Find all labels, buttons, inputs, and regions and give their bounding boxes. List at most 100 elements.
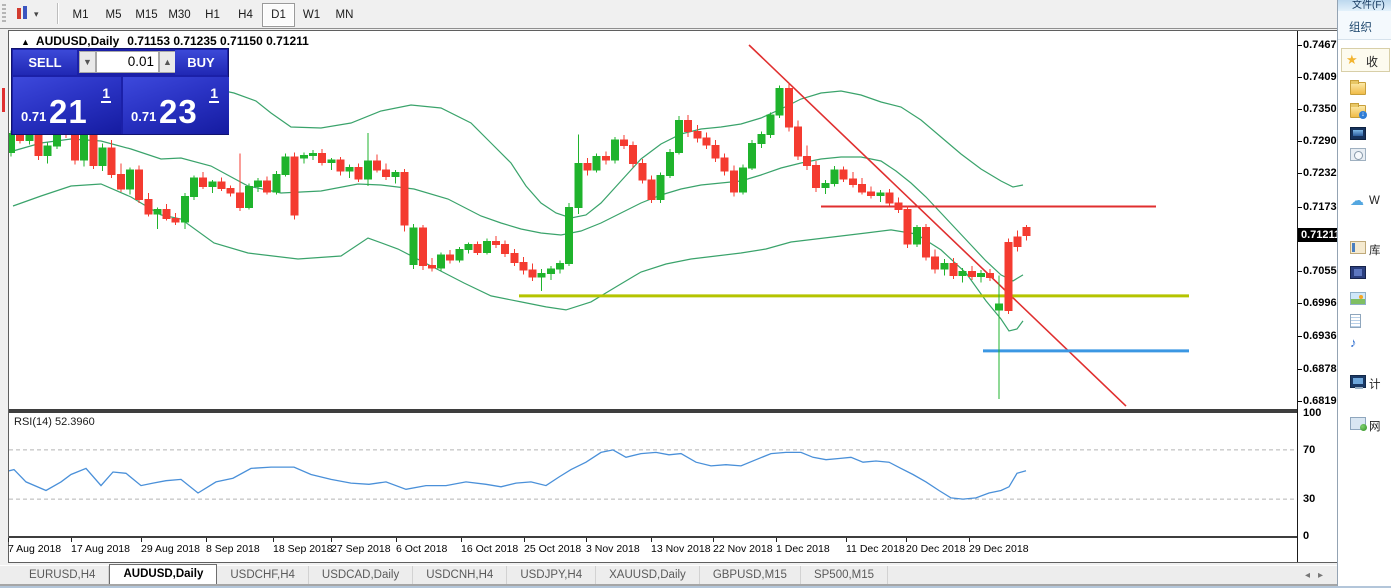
rsi-chart-canvas[interactable] [9,413,1297,534]
downloads-icon [1350,105,1366,118]
documents-icon [1350,314,1361,328]
explorer-window: 文件(F) 组织 ★ 收 ☁W 库 ♪ 计网 [1337,0,1391,586]
date-axis-label: 7 Aug 2018 [8,543,61,555]
sell-button[interactable]: SELL [13,50,77,75]
libraries-icon [1350,241,1366,254]
timeframe-button-m30[interactable]: M30 [163,3,196,27]
rsi-axis-label: 100 [1303,407,1321,419]
timeframe-button-m15[interactable]: M15 [130,3,163,27]
chart-title: ▲AUDUSD,Daily0.71153 0.71235 0.71150 0.7… [21,34,309,48]
date-axis-label: 1 Dec 2018 [776,543,830,555]
music-icon: ♪ [1350,336,1366,349]
computer-icon [1350,375,1366,388]
date-tick [8,538,9,542]
chart-tab-eurusd-h4[interactable]: EURUSD,H4 [16,566,109,585]
explorer-file-menu[interactable]: 文件(F) [1338,0,1391,11]
chart-tab-gbpusd-m15[interactable]: GBPUSD,M15 [700,566,801,585]
date-axis-label: 8 Sep 2018 [206,543,260,555]
folder-icon [1350,82,1366,95]
date-tick [969,538,970,542]
tab-scroll-arrows[interactable]: ◂▸ [1305,570,1331,581]
volume-decrease-button[interactable]: ▼ [79,51,96,73]
date-axis-label: 13 Nov 2018 [651,543,711,555]
collapse-triangle-icon[interactable]: ▲ [21,37,30,47]
date-axis-label: 29 Dec 2018 [969,543,1029,555]
price-tick [1298,77,1302,78]
sell-price-pip: 1 [101,85,111,103]
chart-tab-usdcad-daily[interactable]: USDCAD,Daily [309,566,413,585]
date-axis-label: 18 Sep 2018 [273,543,333,555]
candle-blue-icon [23,6,27,19]
chart-tab-usdcnh-h4[interactable]: USDCNH,H4 [413,566,507,585]
date-axis-label: 20 Dec 2018 [906,543,966,555]
date-tick [651,538,652,542]
price-axis[interactable]: 0.746750.740900.735050.729050.723200.717… [1297,31,1337,562]
pictures-icon [1350,292,1366,305]
explorer-organize-button[interactable]: 组织 [1338,11,1391,40]
chart-tab-xauusd-daily[interactable]: XAUUSD,Daily [596,566,700,585]
sidebar-item-downloads[interactable] [1338,103,1391,123]
timeframe-button-m1[interactable]: M1 [64,3,97,27]
date-axis[interactable]: 7 Aug 201817 Aug 201829 Aug 20188 Sep 20… [9,538,1297,562]
rsi-axis-label: 0 [1303,530,1309,542]
chart-symbol: AUDUSD,Daily [36,34,119,48]
sidebar-item-videos[interactable] [1338,264,1391,284]
buy-price-big: 23 [159,93,198,131]
sidebar-item-computer[interactable]: 计 [1338,373,1391,393]
chart-window[interactable]: ▲AUDUSD,Daily0.71153 0.71235 0.71150 0.7… [8,30,1337,563]
one-click-trading-panel: SELL ▼ 0.01 ▲ BUY 0.71 21 1 0.71 23 1 [11,48,229,135]
price-tick [1298,336,1302,337]
sidebar-item-folder[interactable] [1338,80,1391,100]
volume-increase-button[interactable]: ▲ [159,51,176,73]
videos-icon [1350,266,1366,279]
network-label: 网 [1369,418,1381,434]
tab-scroll-left-icon[interactable]: ◂ [1305,570,1318,581]
timeframe-button-mn[interactable]: MN [328,3,361,27]
chart-tab-audusd-daily[interactable]: AUDUSD,Daily [109,564,217,585]
volume-input[interactable]: 0.01 [96,51,159,73]
toolbar-separator [57,3,58,24]
timeframe-button-h4[interactable]: H4 [229,3,262,27]
timeframe-button-w1[interactable]: W1 [295,3,328,27]
timeframe-button-d1[interactable]: D1 [262,3,295,27]
date-tick [141,538,142,542]
date-tick [206,538,207,542]
sell-price-box[interactable]: 0.71 21 1 [13,77,121,134]
sidebar-item-desktop[interactable] [1338,125,1391,145]
toolbar-grip[interactable] [2,4,6,23]
timeframe-button-h1[interactable]: H1 [196,3,229,27]
timeframe-button-m5[interactable]: M5 [97,3,130,27]
sidebar-item-pictures[interactable] [1338,290,1391,310]
buy-button[interactable]: BUY [175,50,227,75]
date-axis-label: 25 Oct 2018 [524,543,581,555]
desktop-icon [1350,127,1366,140]
sidebar-item-favorites[interactable]: ★ 收 [1341,48,1390,72]
price-tick [1298,45,1302,46]
sidebar-item-libraries[interactable]: 库 [1338,239,1391,259]
chart-tab-usdjpy-h4[interactable]: USDJPY,H4 [507,566,596,585]
date-axis-label: 29 Aug 2018 [141,543,200,555]
sell-price-prefix: 0.71 [21,109,46,124]
chart-tab-sp500-m15[interactable]: SP500,M15 [801,566,888,585]
left-margin-marker [2,88,5,112]
sidebar-item-music[interactable]: ♪ [1338,334,1391,354]
chart-type-dropdown[interactable]: ▾ [14,5,50,23]
date-tick [396,538,397,542]
price-tick [1298,207,1302,208]
sidebar-item-wps-cloud[interactable]: ☁W [1338,192,1391,212]
sidebar-item-network[interactable]: 网 [1338,415,1391,435]
sidebar-item-recent-places[interactable] [1338,146,1391,166]
price-tick [1298,303,1302,304]
date-axis-label: 3 Nov 2018 [586,543,640,555]
buy-price-box[interactable]: 0.71 23 1 [123,77,229,134]
rsi-line [9,450,1026,499]
date-tick [906,538,907,542]
sidebar-item-documents[interactable] [1338,312,1391,332]
date-axis-label: 11 Dec 2018 [846,543,905,555]
date-axis-label: 27 Sep 2018 [331,543,391,555]
timeframe-toolbar: M1M5M15M30H1H4D1W1MN [64,3,361,25]
chart-tab-usdchf-h4[interactable]: USDCHF,H4 [217,566,309,585]
recent-places-icon [1350,148,1366,161]
tab-scroll-right-icon[interactable]: ▸ [1318,570,1331,581]
current-price-tag: 0.71211 [1298,228,1337,242]
